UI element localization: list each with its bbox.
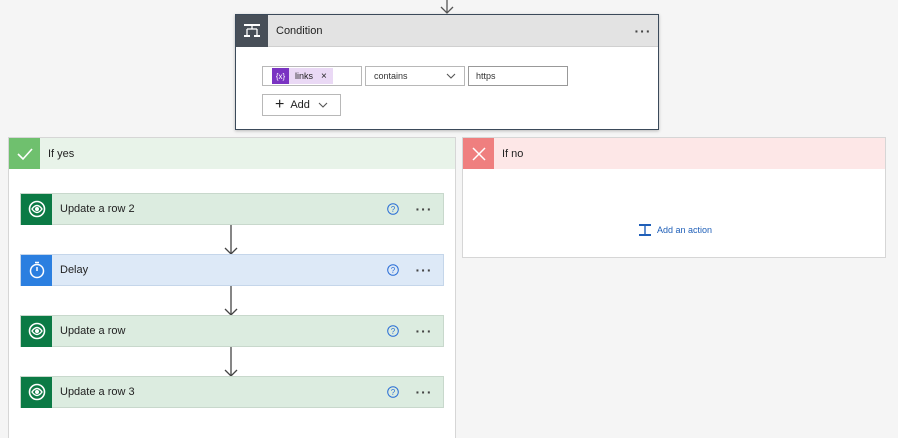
if-yes-header[interactable]: If yes [9,138,455,169]
operator-dropdown[interactable]: contains [365,66,465,86]
connector-arrow-icon [224,225,238,255]
left-operand-field[interactable]: {x} links × [262,66,362,86]
action-title: Delay [60,264,89,276]
help-icon[interactable]: ? [387,203,399,215]
svg-text:?: ? [391,388,396,397]
action-card-delay[interactable]: Delay ? ··· [20,254,444,286]
add-action-icon [639,224,651,236]
add-action-label: Add an action [657,225,713,235]
variable-icon: {x} [272,68,289,84]
dataverse-icon [21,315,52,347]
action-title: Update a row 2 [60,203,135,215]
if-no-header[interactable]: If no [463,138,885,169]
if-yes-branch: If yes Update a row 2 ? ··· Delay ? ··· … [8,137,456,438]
add-button[interactable]: + Add [262,94,341,116]
more-options-icon[interactable]: ··· [413,263,435,277]
condition-header[interactable]: Condition ··· [236,14,658,47]
condition-icon [236,14,268,47]
condition-more-icon[interactable]: ··· [628,24,658,38]
right-operand-field[interactable]: https [468,66,568,86]
condition-row: {x} links × contains https [262,66,568,86]
action-card-update-row-3[interactable]: Update a row 3 ? ··· [20,376,444,408]
more-options-icon[interactable]: ··· [413,324,435,338]
action-title: Update a row 3 [60,386,135,398]
more-options-icon[interactable]: ··· [413,385,435,399]
svg-text:?: ? [391,205,396,214]
more-options-icon[interactable]: ··· [413,202,435,216]
if-yes-title: If yes [48,147,75,160]
help-icon[interactable]: ? [387,264,399,276]
connector-arrow-icon [224,347,238,377]
close-icon [463,138,494,169]
help-icon[interactable]: ? [387,386,399,398]
connector-arrow-icon [224,286,238,316]
add-label: Add [290,99,310,111]
help-icon[interactable]: ? [387,325,399,337]
svg-text:?: ? [391,327,396,336]
timer-icon [21,254,52,286]
token-remove-icon[interactable]: × [321,71,327,82]
action-card-update-row-2[interactable]: Update a row 2 ? ··· [20,193,444,225]
token-label: links [295,71,314,81]
add-action-link[interactable]: Add an action [638,223,712,237]
action-card-update-row[interactable]: Update a row ? ··· [20,315,444,347]
if-no-title: If no [502,147,524,160]
if-no-branch: If no Add an action [462,137,886,258]
dataverse-icon [21,193,52,225]
dynamic-content-token[interactable]: {x} links × [272,68,333,84]
plus-icon: + [275,96,285,113]
chevron-down-icon [318,102,328,108]
condition-title: Condition [276,24,323,37]
operator-value: contains [374,71,408,81]
svg-text:?: ? [391,266,396,275]
checkmark-icon [9,138,40,169]
right-operand-value: https [476,71,496,81]
condition-card: Condition ··· {x} links × contains https… [235,14,659,130]
chevron-down-icon [446,73,456,79]
dataverse-icon [21,376,52,408]
action-title: Update a row [60,325,126,337]
